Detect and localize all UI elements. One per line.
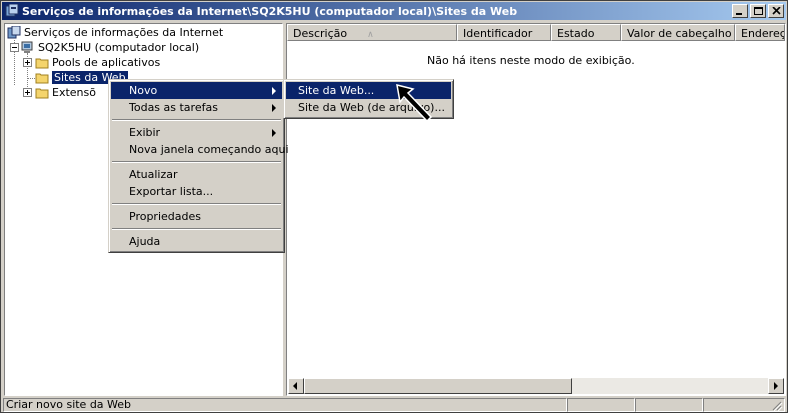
menu-item-new-window[interactable]: Nova janela começando aqui (111, 141, 289, 158)
menu-item-label: Propriedades (129, 210, 201, 223)
iis-app-icon (5, 4, 19, 17)
collapse-toggle[interactable] (10, 43, 19, 52)
maximize-button[interactable] (750, 4, 766, 18)
status-bar: Criar novo site da Web (3, 398, 785, 412)
tree-node-server[interactable]: SQ2K5HU (computador local) (21, 41, 199, 54)
column-header-identifier[interactable]: Identificador (457, 24, 551, 41)
tree-node-label: Extensõ (52, 86, 96, 99)
expand-toggle[interactable] (23, 58, 32, 67)
column-header-address[interactable]: Endereç (735, 24, 785, 41)
expand-toggle[interactable] (23, 88, 32, 97)
menu-separator (112, 119, 281, 121)
tree-node-label: Serviços de informações da Internet (24, 26, 224, 39)
folder-icon (35, 88, 49, 99)
submenu-arrow-icon (272, 104, 276, 112)
arrow-right-icon (774, 382, 778, 390)
menu-item-refresh[interactable]: Atualizar (111, 166, 282, 183)
folder-icon (35, 73, 49, 84)
close-icon (772, 7, 781, 15)
iis-services-icon (7, 26, 21, 39)
maximize-icon (754, 7, 763, 15)
status-panel (635, 398, 703, 412)
sort-ascending-icon: ∧ (367, 30, 374, 40)
menu-separator (112, 161, 281, 163)
menu-separator (112, 203, 281, 205)
menu-item-label: Todas as tarefas (129, 101, 218, 114)
menu-item-label: Nova janela começando aqui (129, 143, 289, 156)
menu-item-view[interactable]: Exibir (111, 124, 282, 141)
menu-item-label: Site da Web... (298, 84, 375, 97)
window-controls (730, 4, 784, 18)
tree-node-app-pools[interactable]: Pools de aplicativos (35, 56, 160, 69)
menu-item-label: Novo (129, 84, 158, 97)
column-header-label: Endereç (741, 27, 785, 40)
column-header-label: Estado (557, 27, 595, 40)
folder-icon (35, 58, 49, 69)
status-panel (567, 398, 635, 412)
horizontal-scrollbar[interactable] (288, 378, 784, 394)
empty-list-message: Não há itens neste modo de exibição. (427, 54, 635, 67)
tree-node-extensions[interactable]: Extensõ (35, 86, 96, 99)
menu-item-all-tasks[interactable]: Todas as tarefas (111, 99, 282, 116)
tree-node-label: Pools de aplicativos (52, 56, 161, 69)
menu-item-label: Exportar lista... (129, 185, 214, 198)
arrow-left-icon (293, 382, 297, 390)
column-header-label: Valor de cabeçalho ... (627, 27, 735, 40)
context-menu: Novo Todas as tarefas Exibir Nova janela… (108, 79, 289, 253)
menu-item-properties[interactable]: Propriedades (111, 208, 282, 225)
window-title: Serviços de informações da Internet\SQ2K… (22, 4, 518, 18)
close-button[interactable] (768, 4, 784, 18)
minimize-icon (736, 13, 742, 15)
status-panel-grip[interactable] (703, 398, 785, 412)
menu-item-label: Atualizar (129, 168, 178, 181)
column-header-host-header[interactable]: Valor de cabeçalho ... (621, 24, 735, 41)
title-bar[interactable]: Serviços de informações da Internet\SQ2K… (2, 2, 786, 20)
resize-grip-icon (772, 401, 783, 411)
menu-separator (112, 228, 281, 230)
column-header-row: Descrição ∧ Identificador Estado Valor de… (287, 24, 785, 41)
menu-item-export-list[interactable]: Exportar lista... (111, 183, 282, 200)
submenu-arrow-icon (272, 87, 276, 95)
column-header-description[interactable]: Descrição ∧ (287, 24, 457, 41)
mouse-cursor-icon (396, 83, 433, 123)
minimize-button[interactable] (732, 4, 748, 18)
scroll-left-button[interactable] (288, 378, 304, 394)
scrollbar-thumb[interactable] (304, 378, 572, 394)
column-header-label: Identificador (463, 27, 533, 40)
menu-item-new[interactable]: Novo (111, 82, 282, 99)
menu-item-label: Exibir (129, 126, 161, 139)
status-text: Criar novo site da Web (3, 398, 567, 412)
column-header-label: Descrição (293, 27, 348, 40)
menu-item-label: Ajuda (129, 235, 161, 248)
tree-node-label: SQ2K5HU (computador local) (38, 41, 200, 54)
submenu-arrow-icon (272, 129, 276, 137)
menu-item-help[interactable]: Ajuda (111, 233, 282, 250)
tree-node-root[interactable]: Serviços de informações da Internet (7, 26, 223, 39)
computer-icon (21, 41, 33, 53)
scroll-right-button[interactable] (768, 378, 784, 394)
column-header-state[interactable]: Estado (551, 24, 621, 41)
